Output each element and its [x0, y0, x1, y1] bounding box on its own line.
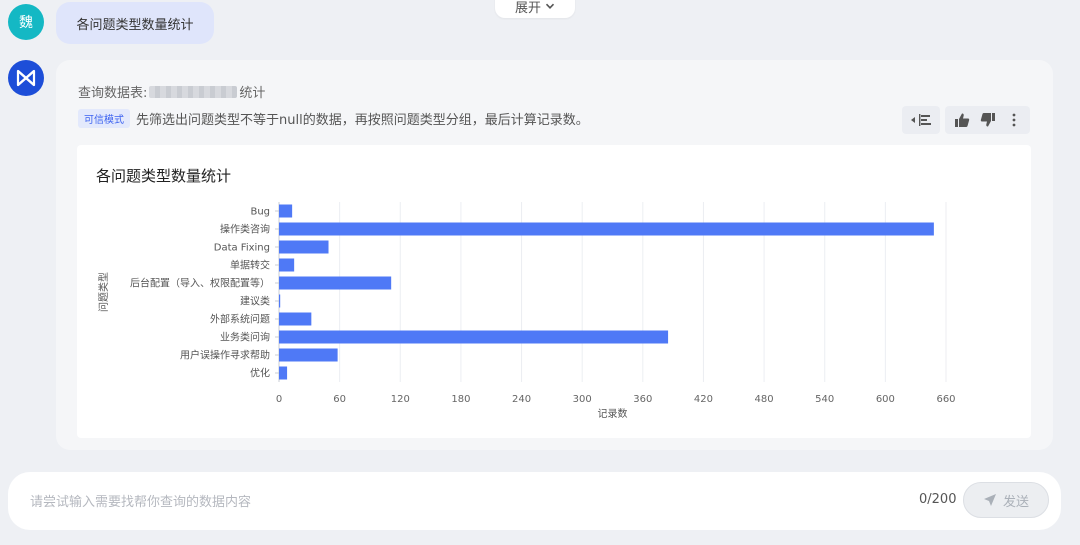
- user-message-text: 各问题类型数量统计: [76, 17, 194, 33]
- category-label: Bug: [250, 207, 270, 218]
- chevron-down-icon: [545, 3, 555, 9]
- x-tick-label: 600: [876, 394, 895, 405]
- bot-avatar: [8, 60, 44, 96]
- expand-label: 展开: [514, 0, 541, 16]
- send-label: 发送: [1002, 494, 1029, 510]
- category-label: 后台配置（导入、权限配置等）: [130, 277, 270, 290]
- redacted-table-name: [149, 85, 238, 98]
- x-tick-label: 360: [633, 394, 652, 405]
- bar: [279, 330, 669, 344]
- send-button[interactable]: 发送: [963, 482, 1049, 518]
- chart-type-switcher[interactable]: [902, 106, 940, 134]
- feedback-toolbar: [945, 106, 1030, 134]
- category-label: 用户误操作寻求帮助: [180, 349, 270, 362]
- x-tick-label: 420: [694, 394, 713, 405]
- thumbs-up-icon: [954, 113, 969, 127]
- thumbs-down-button[interactable]: [978, 110, 998, 130]
- category-label: 建议类: [240, 295, 270, 308]
- bar: [279, 366, 288, 380]
- bar-chart: Bug 操作类咨询 Data Fixing 单据转交后台配置（导入、权限配置等） 建议类…: [97, 202, 956, 420]
- query-table-line: 查询数据表: 统计: [78, 82, 265, 101]
- category-label: 外部系统问题: [210, 313, 270, 326]
- category-label: 业务类问询: [220, 331, 270, 344]
- bar: [279, 240, 329, 254]
- bar: [279, 312, 312, 326]
- char-counter: 0/200: [919, 492, 957, 507]
- x-tick-label: 180: [451, 394, 470, 405]
- send-icon: [983, 494, 996, 506]
- bar: [279, 204, 293, 218]
- category-label: Data Fixing: [214, 243, 270, 254]
- category-label: 优化: [250, 367, 270, 380]
- bar: [279, 222, 934, 236]
- query-description: 先筛选出问题类型不等于null的数据，再按照问题类型分组，最后计算记录数。: [136, 113, 589, 128]
- category-label: 操作类咨询: [220, 223, 270, 236]
- chart-panel: 各问题类型数量统计 Bug 操作类咨询 Data Fixing 单据转交 后台配置（导入…: [77, 145, 1031, 438]
- thumbs-down-icon: [980, 113, 995, 127]
- bar: [279, 258, 295, 272]
- answer-card: 查询数据表: 统计 可信模式 先筛选出问题类型不等于null的数据，再按照问题类…: [56, 60, 1053, 450]
- expand-toggle-button[interactable]: 展开: [495, 0, 575, 18]
- x-tick-label: 0: [276, 394, 282, 405]
- x-tick-label: 120: [391, 394, 410, 405]
- thumbs-up-button[interactable]: [952, 110, 972, 130]
- user-avatar-char: 魏: [19, 15, 33, 31]
- more-vertical-icon: [1012, 113, 1015, 127]
- x-tick-label: 60: [333, 394, 346, 405]
- query-suffix: 统计: [239, 86, 266, 101]
- user-message-bubble: 各问题类型数量统计: [56, 2, 214, 44]
- more-options-button[interactable]: [1004, 110, 1024, 130]
- category-label: 单据转交: [230, 259, 270, 272]
- x-tick-label: 300: [573, 394, 592, 405]
- bot-logo-icon: [16, 69, 36, 87]
- bar: [279, 294, 281, 308]
- bar: [279, 276, 392, 290]
- user-avatar: 魏: [8, 4, 44, 40]
- chat-input-bar: 0/200 发送: [8, 472, 1061, 530]
- trust-mode-line: 可信模式 先筛选出问题类型不等于null的数据，再按照问题类型分组，最后计算记录…: [78, 109, 589, 128]
- chat-input[interactable]: [28, 490, 732, 514]
- x-tick-label: 540: [815, 394, 834, 405]
- bar-chart-switch-icon[interactable]: [909, 112, 933, 128]
- x-tick-label: 660: [936, 394, 955, 405]
- trust-mode-badge: 可信模式: [78, 109, 130, 128]
- bar: [279, 348, 338, 362]
- x-axis-label: 记录数: [598, 407, 628, 420]
- query-prefix: 查询数据表:: [78, 86, 148, 101]
- x-tick-label: 240: [512, 394, 531, 405]
- y-axis-label: 问题类型: [97, 272, 110, 312]
- x-tick-label: 480: [755, 394, 774, 405]
